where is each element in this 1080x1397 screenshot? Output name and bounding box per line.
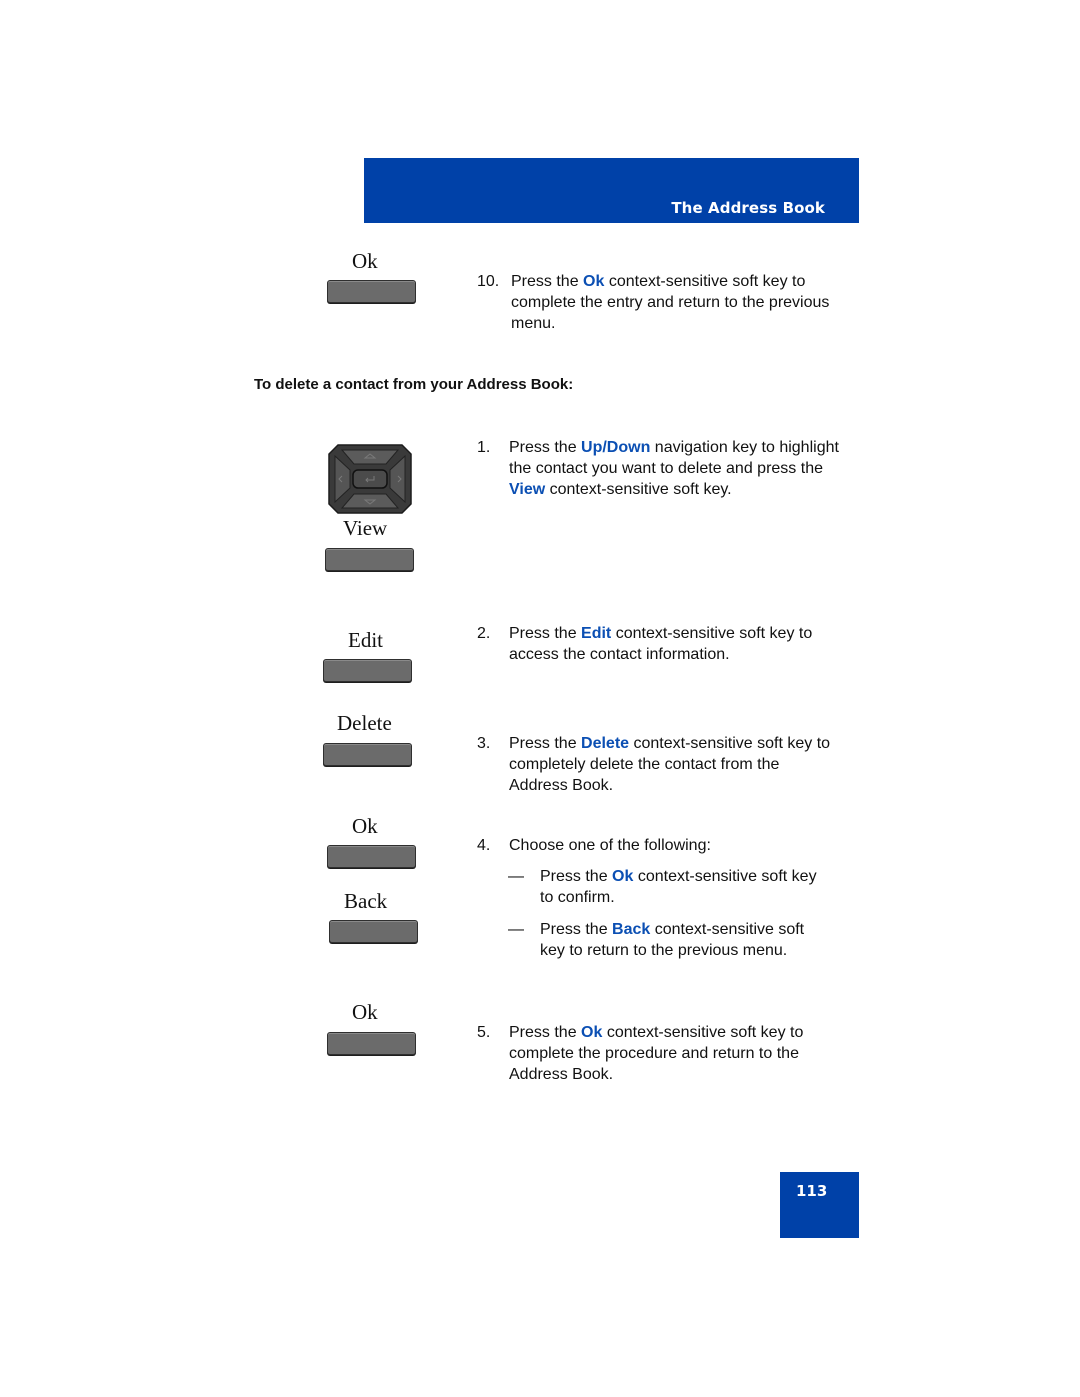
key-name-ok: Ok	[581, 1024, 603, 1041]
back-key-label: Back	[344, 889, 388, 913]
key-name-view: View	[509, 481, 546, 498]
section-heading: To delete a contact from your Address Bo…	[254, 376, 574, 393]
delete-softkey[interactable]	[323, 743, 412, 766]
step-number: 3.	[477, 735, 491, 752]
step-text: Press the	[509, 1024, 582, 1041]
option-text: Press the	[540, 868, 613, 885]
ok-softkey[interactable]	[327, 280, 416, 303]
step-number: 5.	[477, 1024, 491, 1041]
key-name-edit: Edit	[581, 625, 612, 642]
key-name-back: Back	[612, 921, 651, 938]
ok-confirm-softkey[interactable]	[327, 845, 416, 868]
step-text: Press the	[509, 439, 582, 456]
dash-bullet: —	[508, 921, 524, 938]
chapter-title: The Address Book	[671, 199, 825, 217]
key-name-up-down: Up/Down	[581, 439, 651, 456]
ok-key-label: Ok	[352, 249, 378, 273]
ok-final-key-label: Ok	[352, 1000, 378, 1024]
key-name-delete: Delete	[581, 735, 630, 752]
navigation-key-icon	[328, 444, 412, 514]
view-softkey[interactable]	[325, 548, 414, 571]
key-name-ok: Ok	[583, 273, 605, 290]
step-number: 1.	[477, 439, 491, 456]
delete-key-label: Delete	[337, 711, 392, 735]
step-number: 2.	[477, 625, 491, 642]
step-text: Press the	[509, 625, 582, 642]
view-key-label: View	[343, 516, 388, 540]
page-number-box: 113	[780, 1172, 859, 1238]
chapter-header-bar: The Address Book	[364, 158, 859, 223]
step-text: Choose one of the following:	[509, 837, 711, 854]
step-text: Press the	[511, 273, 584, 290]
ok-confirm-key-label: Ok	[352, 814, 378, 838]
page-number: 113	[796, 1182, 828, 1200]
navigation-key[interactable]	[328, 444, 412, 514]
dash-bullet: —	[508, 868, 524, 885]
edit-softkey[interactable]	[323, 659, 412, 682]
step-text: Press the	[509, 735, 582, 752]
step-number: 4.	[477, 837, 491, 854]
key-name-ok: Ok	[612, 868, 634, 885]
option-text: Press the	[540, 921, 613, 938]
back-softkey[interactable]	[329, 920, 418, 943]
ok-final-softkey[interactable]	[327, 1032, 416, 1055]
edit-key-label: Edit	[348, 628, 383, 652]
step-text: context-sensitive soft key.	[545, 481, 732, 498]
step-number: 10.	[477, 273, 500, 290]
